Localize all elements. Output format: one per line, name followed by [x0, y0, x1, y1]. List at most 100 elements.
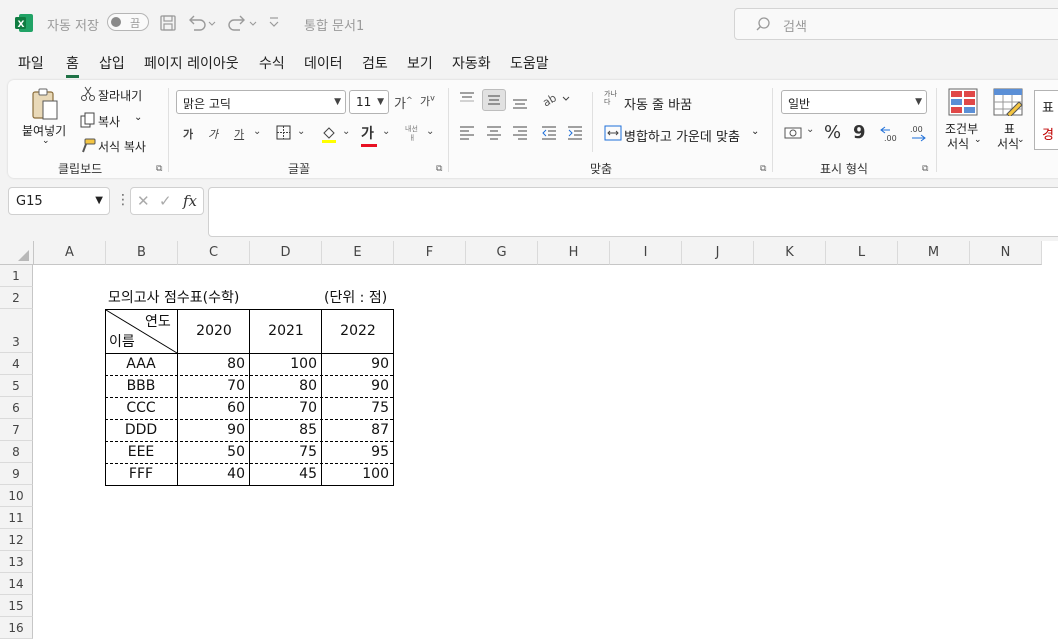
menu-automate[interactable]: 자동화 — [452, 53, 491, 73]
comma-button[interactable]: 9 — [853, 122, 866, 143]
score-cell[interactable]: 95 — [321, 441, 389, 463]
column-header-f[interactable]: F — [394, 241, 466, 265]
fill-color-dropdown-icon[interactable]: ⌄ — [342, 126, 350, 137]
column-header-h[interactable]: H — [538, 241, 610, 265]
wrap-text-button[interactable]: 자동 줄 바꿈 — [624, 94, 692, 113]
column-header-e[interactable]: E — [322, 241, 394, 265]
more-options-icon[interactable]: ⋮ — [116, 192, 130, 208]
menu-view[interactable]: 보기 — [407, 53, 433, 73]
cell-style-normal[interactable]: 표 — [1042, 97, 1054, 116]
row-header-15[interactable]: 15 — [0, 595, 33, 617]
accounting-dropdown-icon[interactable]: ⌄ — [806, 124, 814, 135]
select-all-button[interactable] — [0, 241, 34, 265]
increase-indent-icon[interactable] — [566, 124, 584, 140]
percent-button[interactable]: % — [824, 122, 841, 143]
conditional-dropdown-icon[interactable]: ⌄ — [974, 135, 982, 145]
accounting-format-icon[interactable] — [784, 126, 802, 140]
menu-formulas[interactable]: 수식 — [259, 53, 285, 73]
score-cell[interactable]: 90 — [321, 353, 389, 375]
paste-dropdown-icon[interactable]: ⌄ — [42, 136, 50, 146]
diagonal-header-name[interactable]: 이름 — [109, 331, 135, 353]
decrease-decimal-icon[interactable]: .00 — [906, 124, 928, 142]
score-cell[interactable]: 45 — [249, 463, 317, 485]
search-box[interactable]: 검색 — [734, 8, 1058, 40]
column-header-i[interactable]: I — [610, 241, 682, 265]
align-left-icon[interactable] — [458, 124, 476, 140]
bold-button[interactable]: 가 — [183, 126, 193, 142]
row-header-16[interactable]: 16 — [0, 617, 33, 639]
undo-icon[interactable] — [187, 14, 217, 32]
wrap-text-icon[interactable]: 가나다 — [604, 90, 620, 106]
menu-page-layout[interactable]: 페이지 레이아웃 — [144, 53, 239, 73]
border-dropdown-icon[interactable]: ⌄ — [297, 126, 305, 137]
name-cell[interactable]: EEE — [105, 441, 177, 463]
score-cell[interactable]: 40 — [177, 463, 245, 485]
enter-icon[interactable]: ✓ — [159, 192, 172, 210]
format-painter-icon[interactable] — [80, 138, 96, 154]
column-header-k[interactable]: K — [754, 241, 826, 265]
fill-color-icon[interactable] — [321, 125, 337, 143]
row-header-14[interactable]: 14 — [0, 573, 33, 595]
score-cell[interactable]: 87 — [321, 419, 389, 441]
column-header-g[interactable]: G — [466, 241, 538, 265]
formula-input[interactable] — [208, 187, 1058, 237]
merge-dropdown-icon[interactable]: ⌄ — [751, 126, 759, 137]
decrease-indent-icon[interactable] — [540, 124, 558, 140]
menu-insert[interactable]: 삽입 — [99, 53, 125, 73]
name-box[interactable]: G15 ▼ — [8, 187, 110, 215]
year-header[interactable]: 2020 — [178, 320, 250, 342]
align-center-icon[interactable] — [485, 124, 503, 140]
format-painter-button[interactable]: 서식 복사 — [98, 138, 146, 155]
row-header-1[interactable]: 1 — [0, 265, 33, 287]
column-header-m[interactable]: M — [898, 241, 970, 265]
menu-review[interactable]: 검토 — [362, 53, 388, 73]
column-header-a[interactable]: A — [34, 241, 106, 265]
underline-dropdown-icon[interactable]: ⌄ — [253, 126, 261, 137]
score-cell[interactable]: 80 — [249, 375, 317, 397]
align-bottom-icon[interactable] — [511, 90, 529, 110]
column-header-n[interactable]: N — [970, 241, 1042, 265]
font-color-icon[interactable]: 가 — [361, 123, 377, 147]
number-format-select[interactable]: 일반 ▼ — [781, 90, 927, 114]
merge-center-icon[interactable] — [604, 125, 622, 141]
menu-file[interactable]: 파일 — [18, 53, 44, 73]
customize-toolbar-icon[interactable] — [268, 15, 280, 29]
menu-home[interactable]: 홈 — [66, 53, 79, 78]
row-header-9[interactable]: 9 — [0, 463, 33, 485]
name-cell[interactable]: BBB — [105, 375, 177, 397]
score-cell[interactable]: 75 — [249, 441, 317, 463]
score-cell[interactable]: 85 — [249, 419, 317, 441]
name-cell[interactable]: CCC — [105, 397, 177, 419]
conditional-formatting-icon[interactable] — [948, 88, 978, 116]
orientation-icon[interactable]: ab — [541, 91, 571, 107]
italic-button[interactable]: 가 — [208, 126, 218, 142]
table-dropdown-icon[interactable]: ⌄ — [1017, 135, 1025, 145]
border-icon[interactable] — [276, 125, 291, 140]
row-header-3[interactable]: 3 — [0, 309, 33, 353]
alignment-launcher-icon[interactable]: ⧉ — [760, 164, 766, 174]
cancel-icon[interactable]: ✕ — [137, 192, 150, 210]
row-header-2[interactable]: 2 — [0, 287, 33, 309]
underline-button[interactable]: 가 — [234, 126, 244, 142]
row-header-7[interactable]: 7 — [0, 419, 33, 441]
align-right-icon[interactable] — [511, 124, 529, 140]
score-cell[interactable]: 100 — [321, 463, 389, 485]
increase-decimal-icon[interactable]: .00 — [878, 124, 900, 142]
column-header-c[interactable]: C — [178, 241, 250, 265]
font-color-dropdown-icon[interactable]: ⌄ — [382, 126, 390, 137]
copy-dropdown-icon[interactable]: ⌄ — [134, 112, 142, 123]
number-launcher-icon[interactable]: ⧉ — [922, 164, 928, 174]
score-cell[interactable]: 90 — [321, 375, 389, 397]
save-icon[interactable] — [159, 14, 177, 32]
increase-font-icon[interactable]: 가^ — [394, 93, 413, 112]
decrease-font-icon[interactable]: 가v — [420, 93, 435, 109]
score-cell[interactable]: 100 — [249, 353, 317, 375]
menu-data[interactable]: 데이터 — [304, 53, 343, 73]
cut-icon[interactable] — [80, 86, 96, 102]
year-header[interactable]: 2021 — [250, 320, 322, 342]
row-header-5[interactable]: 5 — [0, 375, 33, 397]
year-header[interactable]: 2022 — [322, 320, 394, 342]
column-header-b[interactable]: B — [106, 241, 178, 265]
name-cell[interactable]: FFF — [105, 463, 177, 485]
score-cell[interactable]: 60 — [177, 397, 245, 419]
